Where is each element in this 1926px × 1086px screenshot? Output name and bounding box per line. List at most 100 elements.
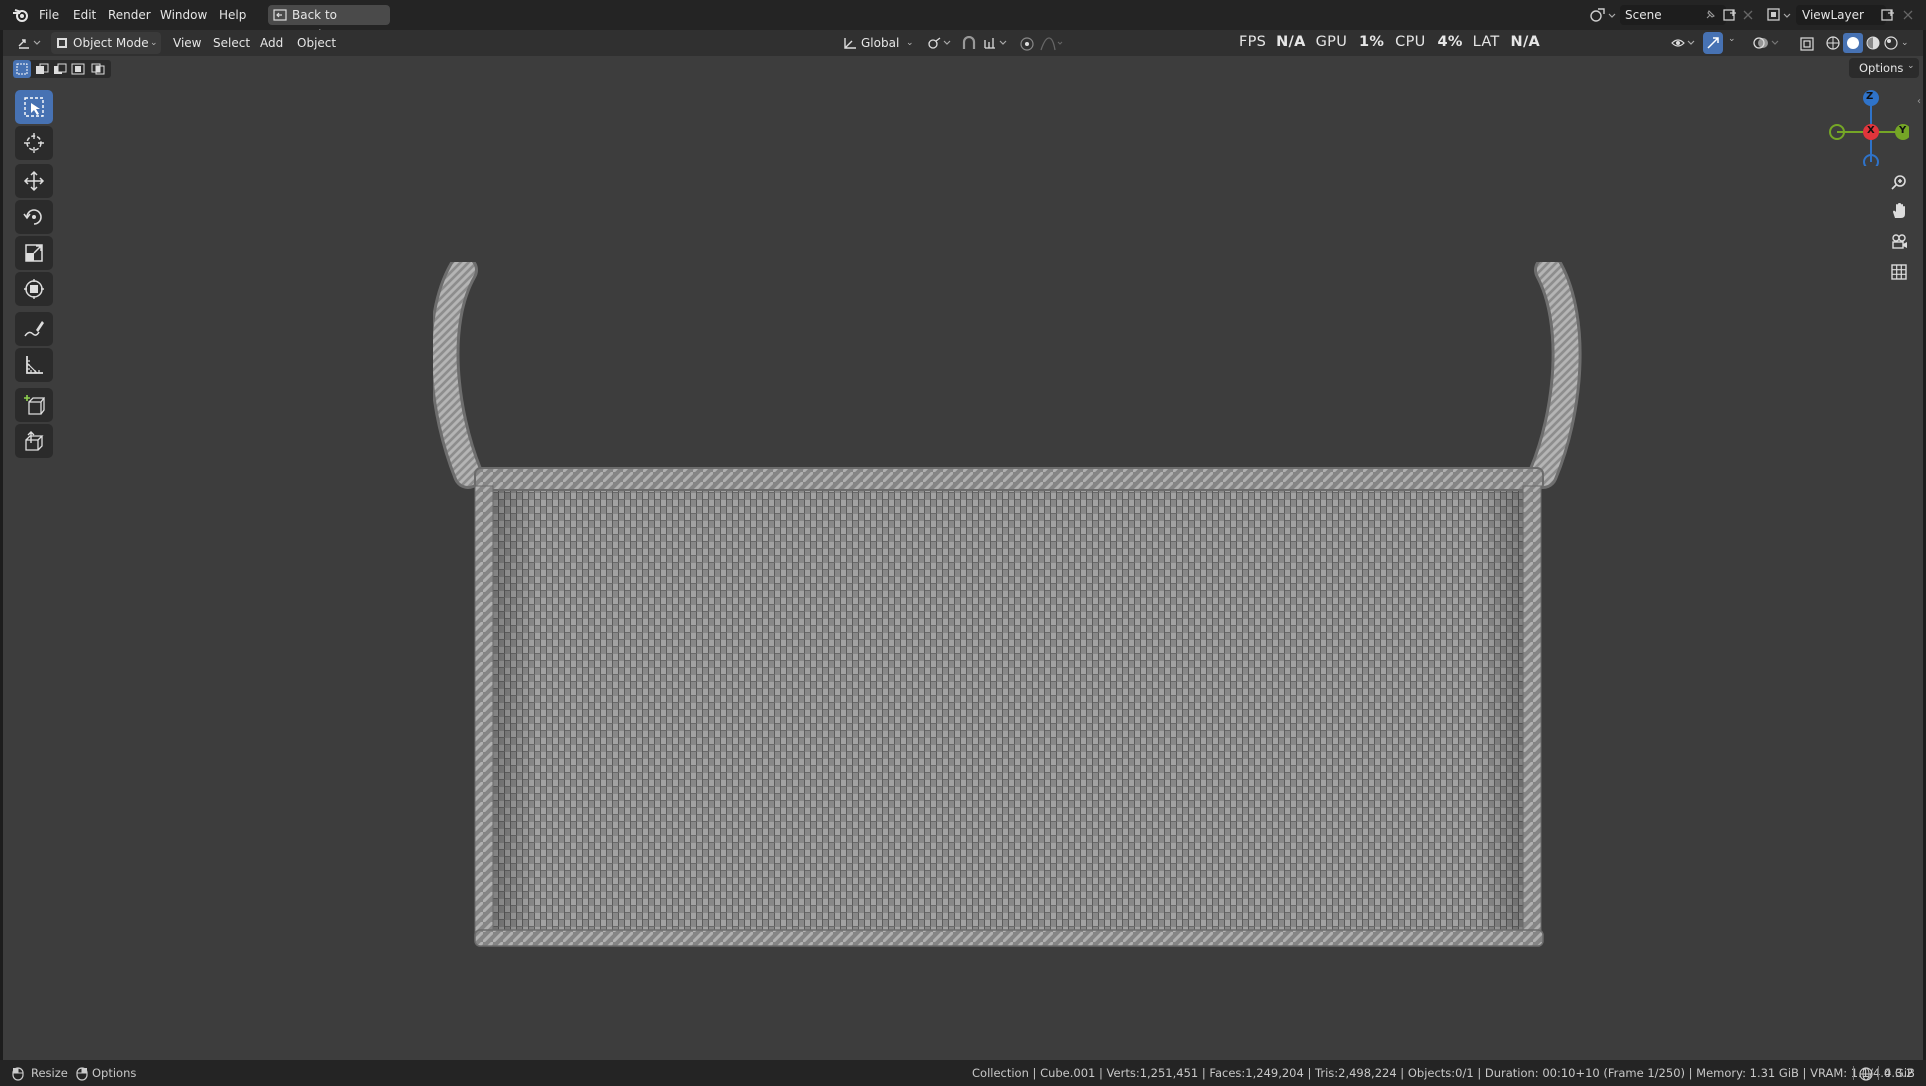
select-intersect-icon[interactable] (91, 63, 105, 75)
new-scene-icon[interactable] (1722, 8, 1738, 22)
cursor-icon (24, 133, 44, 153)
orientation-global-icon (844, 38, 856, 49)
menu-file[interactable]: File (39, 0, 59, 30)
basket-model[interactable] (433, 262, 1583, 952)
snap-icon[interactable] (961, 36, 977, 52)
resize-hint: Resize (31, 1066, 68, 1080)
chevron-down-icon: ⌄ (906, 38, 914, 48)
hand-icon (1893, 203, 1905, 218)
overlays-toggle[interactable] (1751, 32, 1783, 54)
gizmo-icon (1707, 37, 1719, 49)
cpu-label: CPU (1395, 34, 1426, 50)
blender-version: 4.3.2 (1884, 1066, 1914, 1080)
rendered-shading-icon[interactable] (1883, 35, 1899, 51)
menu-add[interactable]: Add (260, 30, 283, 56)
move-tool[interactable] (15, 164, 53, 198)
options-hint: Options (92, 1066, 137, 1080)
orthographic-toggle-button[interactable] (1885, 258, 1913, 286)
extrude-tool[interactable] (15, 424, 53, 458)
mode-selector[interactable]: Object Mode ⌄ (51, 32, 161, 54)
wireframe-shading-icon[interactable] (1825, 35, 1841, 51)
scale-icon (25, 244, 43, 262)
zoom-button[interactable] (1885, 168, 1913, 196)
menu-help[interactable]: Help (219, 0, 246, 30)
view-layer-name: ViewLayer (1802, 8, 1864, 22)
mouse-icon (12, 1067, 24, 1081)
network-globe-icon[interactable] (1858, 1066, 1874, 1082)
transform-icon (24, 279, 44, 299)
add-cube-icon (24, 395, 45, 415)
mouse-icon (76, 1067, 88, 1081)
view-layer-field[interactable]: ViewLayer (1796, 5, 1886, 25)
scene-statistics: Collection | Cube.001 | Verts:1,251,451 … (972, 1066, 1915, 1080)
pin-icon[interactable] (1704, 9, 1716, 21)
menu-render[interactable]: Render (108, 0, 151, 30)
navigation-gizmo[interactable]: Z Y X (1819, 82, 1911, 170)
chevron-down-icon: ⌄ (1907, 61, 1915, 71)
xray-toggle-icon[interactable] (1799, 36, 1815, 52)
blender-logo-icon[interactable] (12, 7, 30, 23)
status-divider (1853, 1066, 1854, 1080)
visibility-selector[interactable] (1669, 32, 1699, 54)
new-view-layer-icon[interactable] (1880, 8, 1896, 22)
pan-button[interactable] (1885, 198, 1913, 226)
transform-orientation-selector[interactable]: Global ⌄ (839, 32, 919, 54)
3d-viewport-icon (18, 39, 41, 49)
scale-tool[interactable] (15, 236, 53, 270)
menu-view[interactable]: View (173, 30, 201, 56)
menu-window[interactable]: Window (160, 0, 207, 30)
menu-select[interactable]: Select (213, 30, 250, 56)
cpu-value: 4% (1437, 34, 1463, 50)
select-invert-icon[interactable] (71, 63, 85, 75)
rotate-tool[interactable] (15, 200, 53, 234)
editor-type-selector[interactable] (13, 32, 45, 54)
cursor-tool[interactable] (15, 126, 53, 160)
scene-name-field[interactable]: Scene (1620, 5, 1726, 25)
falloff-icon[interactable] (1039, 36, 1065, 52)
select-box-icon (24, 97, 44, 117)
select-box-tool[interactable] (15, 90, 53, 124)
select-new-button[interactable] (13, 60, 31, 78)
solid-shading-button[interactable] (1843, 33, 1863, 53)
pivot-icon (928, 37, 951, 49)
select-subtract-icon[interactable] (53, 63, 67, 75)
measure-tool[interactable] (15, 348, 53, 382)
scene-type-icon[interactable] (1588, 6, 1618, 24)
delete-view-layer-icon[interactable] (1902, 9, 1914, 21)
select-extend-icon[interactable] (35, 63, 49, 75)
measure-icon (26, 356, 43, 374)
view-layer-type-icon[interactable] (1766, 6, 1794, 24)
add-cube-tool[interactable] (15, 388, 53, 422)
move-icon (23, 170, 45, 192)
gpu-value: 1% (1359, 34, 1385, 50)
proportional-editing-icon[interactable] (1019, 36, 1035, 52)
back-icon (273, 9, 287, 21)
gizmo-toggle[interactable] (1703, 32, 1723, 54)
back-to-previous-button[interactable]: Back to Previous (268, 5, 390, 42)
material-shading-icon[interactable] (1865, 35, 1881, 51)
rotate-icon (23, 209, 42, 225)
shading-options-chevron-icon[interactable]: ⌄ (1901, 32, 1909, 54)
gizmo-z-label: Z (1866, 91, 1874, 102)
extrude-icon (25, 431, 44, 451)
solid-shading-icon (1847, 37, 1859, 49)
camera-view-button[interactable] (1885, 228, 1913, 256)
menu-object[interactable]: Object (297, 30, 336, 56)
gizmo-y-label: Y (1899, 125, 1907, 136)
delete-scene-icon[interactable] (1742, 9, 1754, 21)
gizmo-options-chevron-icon[interactable]: ⌄ (1728, 34, 1736, 44)
sidebar-toggle-icon[interactable]: ‹ (1917, 96, 1921, 107)
overlays-icon (1753, 37, 1779, 49)
performance-stats: FPS N/A GPU 1% CPU 4% LAT N/A (1239, 30, 1540, 56)
grid-icon (1891, 264, 1907, 280)
annotate-tool[interactable] (15, 312, 53, 346)
snap-target-selector[interactable] (981, 32, 1011, 54)
pivot-point-selector[interactable] (925, 32, 955, 54)
viewport-options-button[interactable]: Options ⌄ (1849, 58, 1919, 78)
3d-viewport[interactable]: Options ⌄ Z Y X ‹ (3, 56, 1923, 1060)
menu-edit[interactable]: Edit (73, 0, 96, 30)
orientation-label: Global (861, 36, 900, 50)
camera-icon (1892, 234, 1907, 249)
fps-label: FPS (1239, 34, 1267, 50)
transform-tool[interactable] (15, 272, 53, 306)
